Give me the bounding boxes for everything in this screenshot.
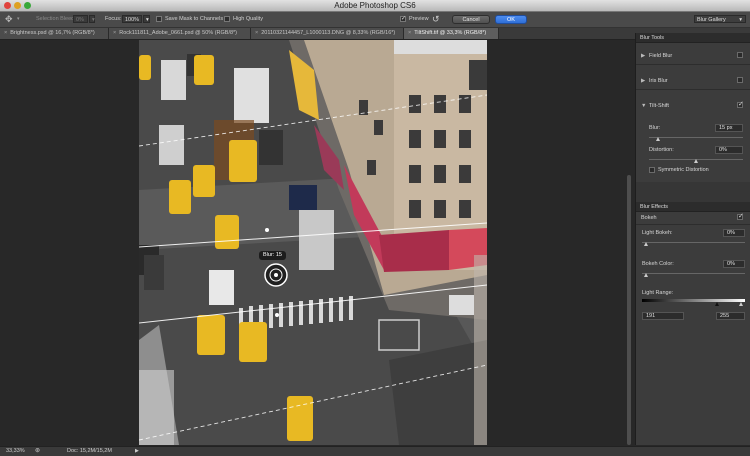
light-bokeh-field[interactable]: 0%: [723, 229, 745, 237]
light-range-max-thumb[interactable]: [739, 302, 743, 306]
preview-checkbox[interactable]: ✓: [400, 16, 406, 22]
light-range-label: Light Range:: [642, 290, 674, 296]
collapse-icon[interactable]: ▼: [641, 97, 646, 115]
tab-label: Brightness.psd @ 16,7% (RGB/8*): [10, 30, 95, 36]
bokeh-color-label: Bokeh Color:: [642, 261, 674, 267]
distortion-value-field[interactable]: 0%: [715, 146, 743, 154]
remove-pins-icon[interactable]: ↺: [432, 14, 440, 25]
options-bar: ✥ ▾ Selection Bleed: 0% ▾ Focus: 100% ▾ …: [0, 12, 750, 28]
item-label: Iris Blur: [649, 78, 668, 84]
close-icon[interactable]: ×: [113, 30, 116, 36]
light-range-max-field[interactable]: 255: [716, 312, 745, 320]
panel-title: Blur Effects: [640, 204, 669, 210]
light-range-min-thumb[interactable]: [715, 302, 719, 306]
ok-button[interactable]: OK: [495, 15, 527, 24]
bokeh-color-slider-thumb[interactable]: [644, 273, 648, 277]
distortion-slider-thumb[interactable]: [693, 159, 698, 163]
light-range-gradient: [642, 299, 745, 302]
divider: [636, 224, 750, 225]
tilt-shift-photo[interactable]: [139, 40, 487, 445]
close-icon[interactable]: ×: [4, 30, 7, 36]
close-icon[interactable]: ×: [408, 30, 411, 36]
tab-rock[interactable]: × Rock111811_Adobe_0661.psd @ 50% (RGB/8*…: [109, 28, 251, 39]
high-quality-checkbox[interactable]: [224, 16, 230, 22]
blur-label: Blur:: [649, 125, 661, 131]
symmetric-distortion-checkbox[interactable]: [649, 167, 655, 173]
tilt-shift-item[interactable]: ▼ Tilt-Shift ✓: [636, 97, 750, 115]
tab-tiltshift[interactable]: × TiltShift.tif @ 33,3% (RGB/8*): [404, 28, 499, 39]
tool-preset-icon[interactable]: ✥: [5, 14, 13, 25]
field-blur-item[interactable]: ▶ Field Blur: [636, 47, 750, 65]
symmetric-distortion-label: Symmetric Distortion: [658, 167, 709, 173]
item-label: Field Blur: [649, 53, 673, 59]
chevron-down-icon[interactable]: ▾: [17, 16, 20, 22]
field-blur-checkbox[interactable]: [737, 52, 743, 58]
vertical-scrollbar[interactable]: [627, 175, 631, 445]
panel-title: Blur Tools: [640, 35, 665, 41]
high-quality-label: High Quality: [233, 16, 263, 22]
preview-label: Preview: [409, 16, 429, 22]
blur-pin-readout: Blur: 15: [259, 251, 286, 260]
light-bokeh-slider-track[interactable]: [642, 242, 745, 243]
chevron-down-icon: ▾: [739, 17, 742, 23]
workspace-label: Blur Gallery: [697, 17, 726, 23]
tab-label: 20110321144457_L1000113.DNG @ 8,33% (RGB…: [261, 30, 396, 36]
title-bar: Adobe Photoshop CS6: [0, 0, 750, 12]
iris-blur-item[interactable]: ▶ Iris Blur: [636, 72, 750, 90]
focus-dropdown[interactable]: ▾: [143, 15, 150, 23]
light-bokeh-slider-thumb[interactable]: [644, 242, 648, 246]
bokeh-checkbox[interactable]: ✓: [737, 213, 744, 220]
cancel-button[interactable]: Cancel: [452, 15, 490, 24]
blur-value-field[interactable]: 15 px: [715, 124, 743, 132]
tab-label: TiltShift.tif @ 33,3% (RGB/8*): [414, 30, 487, 36]
save-mask-label: Save Mask to Channels: [165, 16, 224, 22]
street-scene-image: [139, 40, 487, 445]
item-label: Tilt-Shift: [649, 103, 669, 109]
tab-brightness[interactable]: × Brightness.psd @ 16,7% (RGB/8*): [0, 28, 109, 39]
panel-spacer: [636, 182, 750, 202]
iris-blur-checkbox[interactable]: [737, 77, 743, 83]
selection-bleed-field[interactable]: 0%: [73, 15, 88, 23]
light-range-min-field[interactable]: 191: [642, 312, 684, 320]
blur-panels: Blur Tools ▶ Field Blur ▶ Iris Blur ▼ Ti…: [635, 33, 750, 445]
expand-icon[interactable]: ▶: [641, 72, 645, 90]
blur-slider-thumb[interactable]: [655, 137, 660, 141]
tab-dng[interactable]: × 20110321144457_L1000113.DNG @ 8,33% (RG…: [251, 28, 404, 39]
bokeh-color-slider-track[interactable]: [642, 273, 745, 274]
bokeh-label: Bokeh: [641, 215, 657, 221]
close-icon[interactable]: ×: [255, 30, 258, 36]
workspace-switcher[interactable]: Blur Gallery ▾: [694, 15, 746, 23]
focus-label: Focus:: [105, 16, 122, 22]
blur-effects-header[interactable]: Blur Effects: [636, 202, 750, 212]
bokeh-color-field[interactable]: 0%: [723, 260, 745, 268]
window-title: Adobe Photoshop CS6: [334, 1, 416, 10]
tab-label: Rock111811_Adobe_0661.psd @ 50% (RGB/8*): [119, 30, 238, 36]
save-mask-checkbox[interactable]: [156, 16, 162, 22]
blur-slider-track[interactable]: [649, 137, 743, 138]
tilt-shift-checkbox[interactable]: ✓: [737, 101, 744, 108]
focus-field[interactable]: 100%: [122, 15, 142, 23]
selection-bleed-label: Selection Bleed:: [36, 16, 76, 22]
light-bokeh-label: Light Bokeh:: [642, 230, 673, 236]
selection-bleed-dropdown[interactable]: ▾: [89, 15, 95, 23]
blur-tools-header[interactable]: Blur Tools: [636, 33, 750, 43]
distortion-label: Distortion:: [649, 147, 674, 153]
expand-icon[interactable]: ▶: [641, 47, 645, 65]
